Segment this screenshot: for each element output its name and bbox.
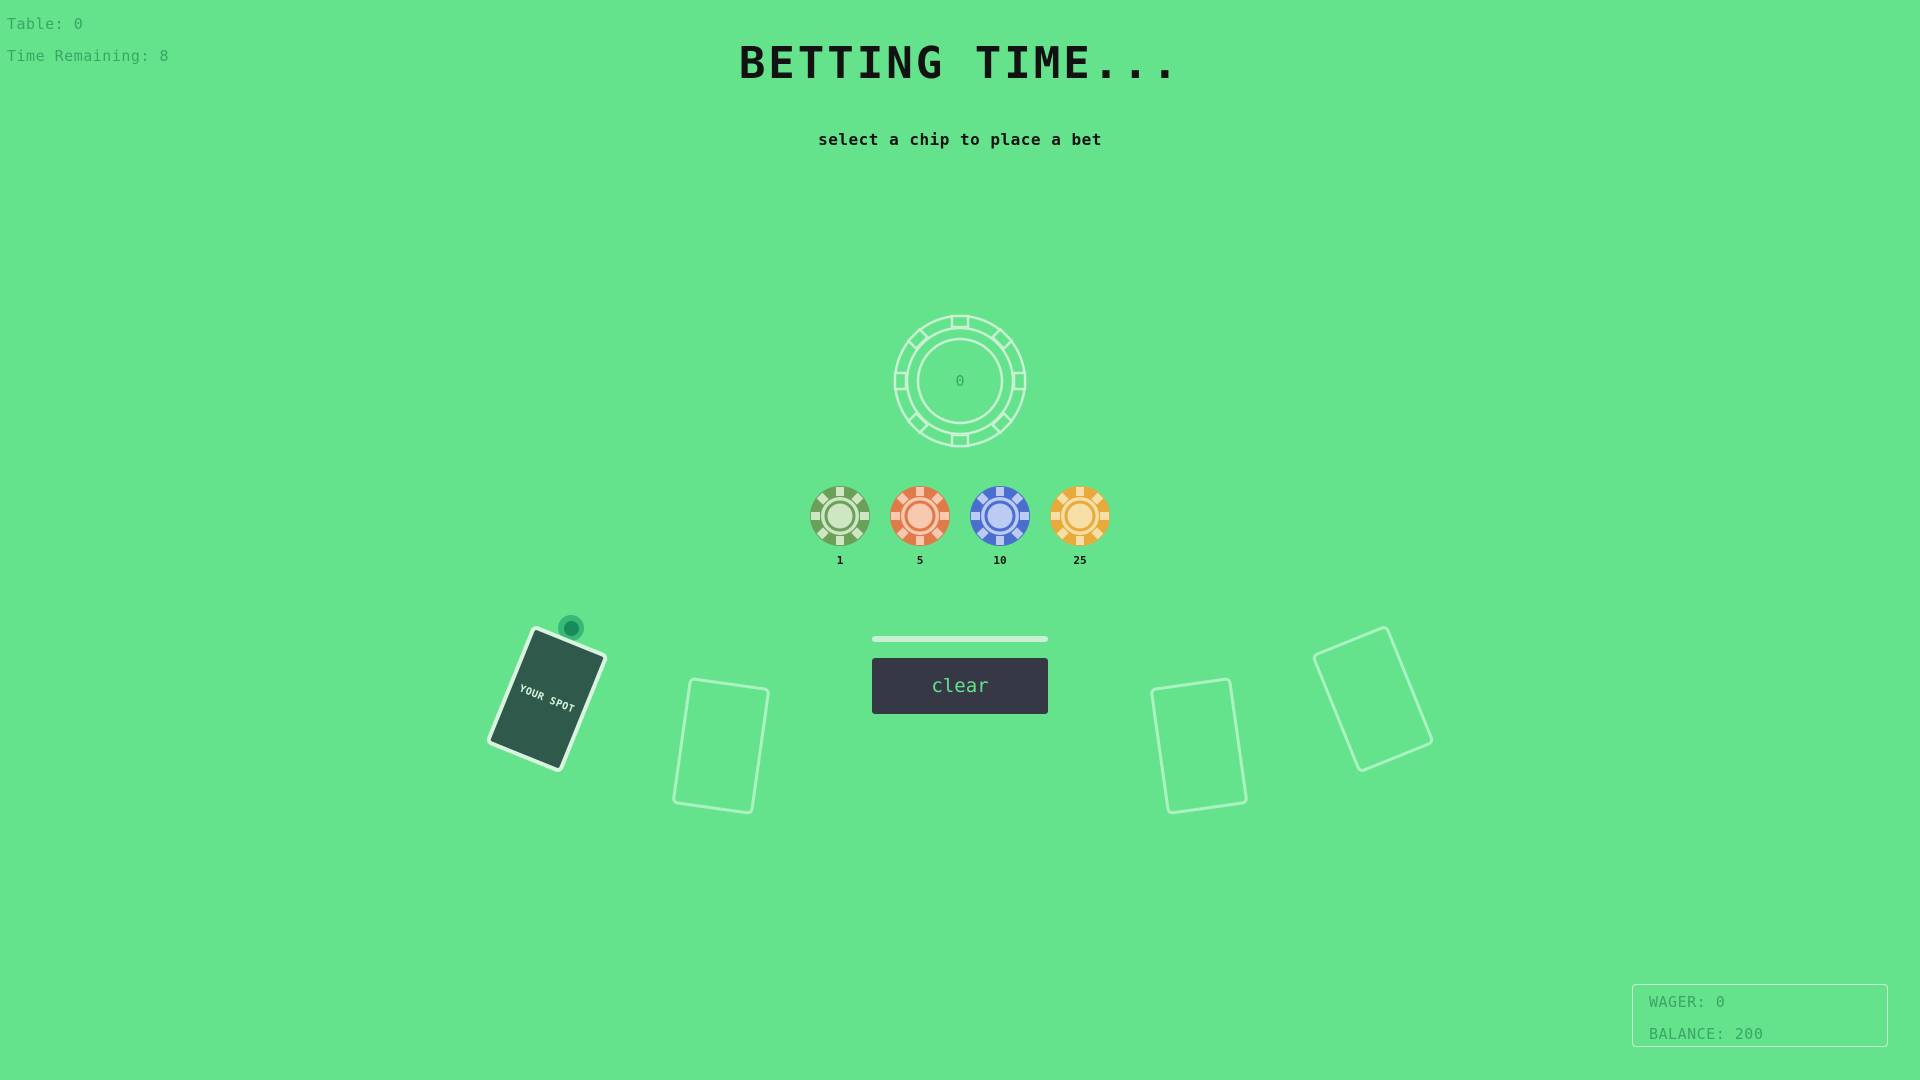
gold-chip-icon — [1050, 486, 1110, 546]
instruction-text: select a chip to place a bet — [818, 130, 1102, 149]
green-chip-icon — [810, 486, 870, 546]
seat-3[interactable] — [1149, 676, 1249, 816]
bet-amount: 0 — [955, 372, 965, 390]
blue-chip-icon — [970, 486, 1030, 546]
chip-10[interactable]: 10 — [968, 484, 1032, 567]
chip-25[interactable]: 25 — [1048, 484, 1112, 567]
balance-text: BALANCE: 200 — [1649, 1025, 1764, 1043]
clear-button[interactable]: clear — [872, 658, 1048, 714]
seat-4[interactable] — [1311, 624, 1435, 774]
wallet-panel: WAGER: 0 BALANCE: 200 — [1632, 984, 1888, 1047]
game-table: Table: 0 Time Remaining: 8 BETTING TIME.… — [0, 0, 1920, 1080]
chip-value: 25 — [1073, 554, 1087, 567]
your-spot-label: YOUR SPOT — [517, 682, 577, 716]
wager-text: WAGER: 0 — [1649, 993, 1726, 1011]
chip-1[interactable]: 1 — [808, 484, 872, 567]
orange-chip-icon — [890, 486, 950, 546]
chip-value: 1 — [836, 554, 844, 567]
chip-value: 10 — [993, 554, 1007, 567]
your-spot-seat[interactable]: YOUR SPOT — [485, 624, 609, 774]
page-title: BETTING TIME... — [738, 38, 1182, 89]
timer-progress-bar — [872, 636, 1048, 642]
seat-2[interactable] — [671, 676, 771, 816]
chip-5[interactable]: 5 — [888, 484, 952, 567]
chip-value: 5 — [916, 554, 924, 567]
table-number: Table: 0 — [7, 15, 84, 33]
